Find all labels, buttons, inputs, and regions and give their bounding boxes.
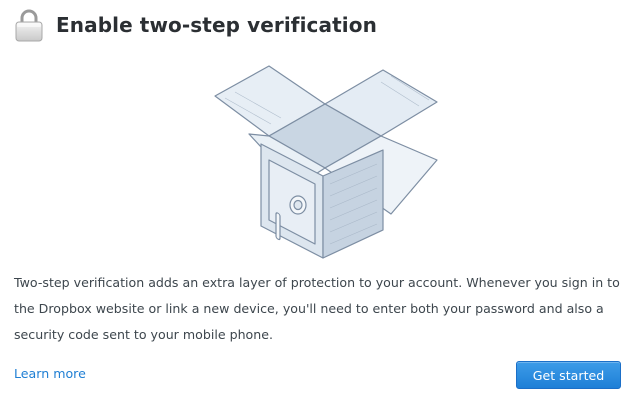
get-started-button[interactable]: Get started (516, 361, 621, 389)
page-title: Enable two-step verification (56, 13, 377, 37)
description-text: Two-step verification adds an extra laye… (14, 275, 620, 342)
lock-icon (14, 8, 44, 42)
learn-more-link[interactable]: Learn more (14, 366, 86, 381)
two-step-verification-dialog: Enable two-step verification Two-step ve… (0, 0, 640, 408)
dialog-header: Enable two-step verification (14, 6, 377, 44)
open-box-with-safe-illustration (205, 64, 445, 260)
